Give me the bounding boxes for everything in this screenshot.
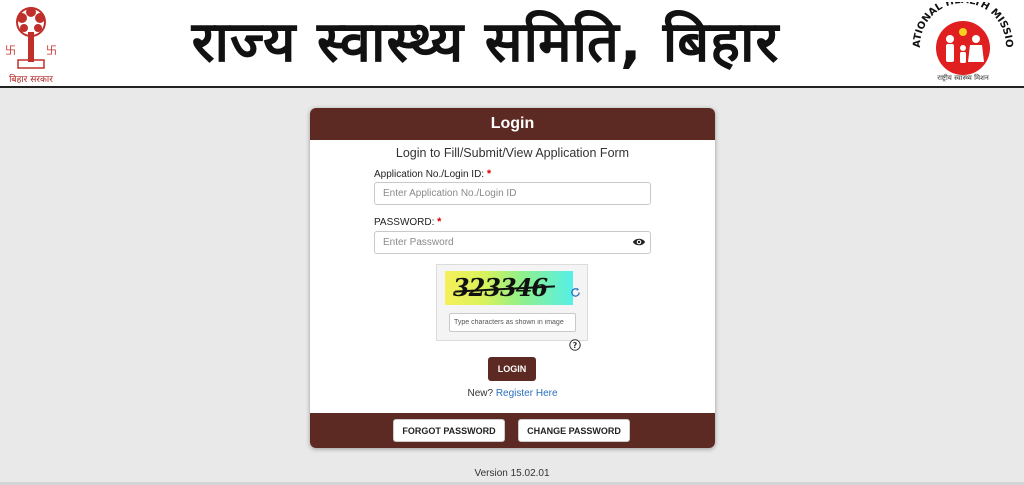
register-link[interactable]: Register Here [496, 388, 558, 399]
svg-text:?: ? [573, 341, 578, 350]
captcha-input[interactable] [449, 313, 576, 332]
password-label-text: PASSWORD: [374, 217, 435, 228]
required-mark: * [486, 168, 492, 180]
svg-text:卐: 卐 [5, 44, 16, 57]
captcha-panel: 323346 [436, 264, 588, 341]
login-card-title: Login [310, 108, 715, 140]
password-input[interactable] [374, 231, 651, 254]
header-banner: 卐 卐 बिहार सरकार राज्य स्वास्थ्य समिति, ब… [0, 0, 1024, 88]
login-card-footer: FORGOT PASSWORD CHANGE PASSWORD [310, 413, 715, 448]
site-title: राज्य स्वास्थ्य समिति, बिहार [191, 10, 780, 75]
application-id-label: Application No./Login ID: * [374, 168, 491, 180]
change-password-button[interactable]: CHANGE PASSWORD [518, 419, 630, 442]
application-id-input[interactable] [374, 182, 651, 205]
refresh-icon[interactable] [570, 287, 581, 298]
forgot-password-button[interactable]: FORGOT PASSWORD [393, 419, 505, 442]
register-prompt: New? Register Here [310, 388, 715, 399]
login-card: Login Login to Fill/Submit/View Applicat… [310, 108, 715, 448]
application-id-label-text: Application No./Login ID: [374, 169, 485, 180]
version-text: Version 15.02.01 [474, 468, 550, 479]
new-text: New? [467, 388, 494, 399]
question-icon[interactable]: ? [569, 339, 581, 351]
login-subtitle: Login to Fill/Submit/View Application Fo… [395, 146, 630, 160]
password-label: PASSWORD: * [374, 216, 441, 228]
emblem-caption: बिहार सरकार [9, 75, 53, 85]
svg-text:卐: 卐 [46, 44, 57, 57]
required-mark: * [437, 216, 442, 228]
login-button[interactable]: LOGIN [488, 357, 536, 381]
eye-icon[interactable] [632, 236, 646, 248]
nhm-caption: राष्ट्रीय स्वास्थ्य मिशन [937, 74, 989, 82]
